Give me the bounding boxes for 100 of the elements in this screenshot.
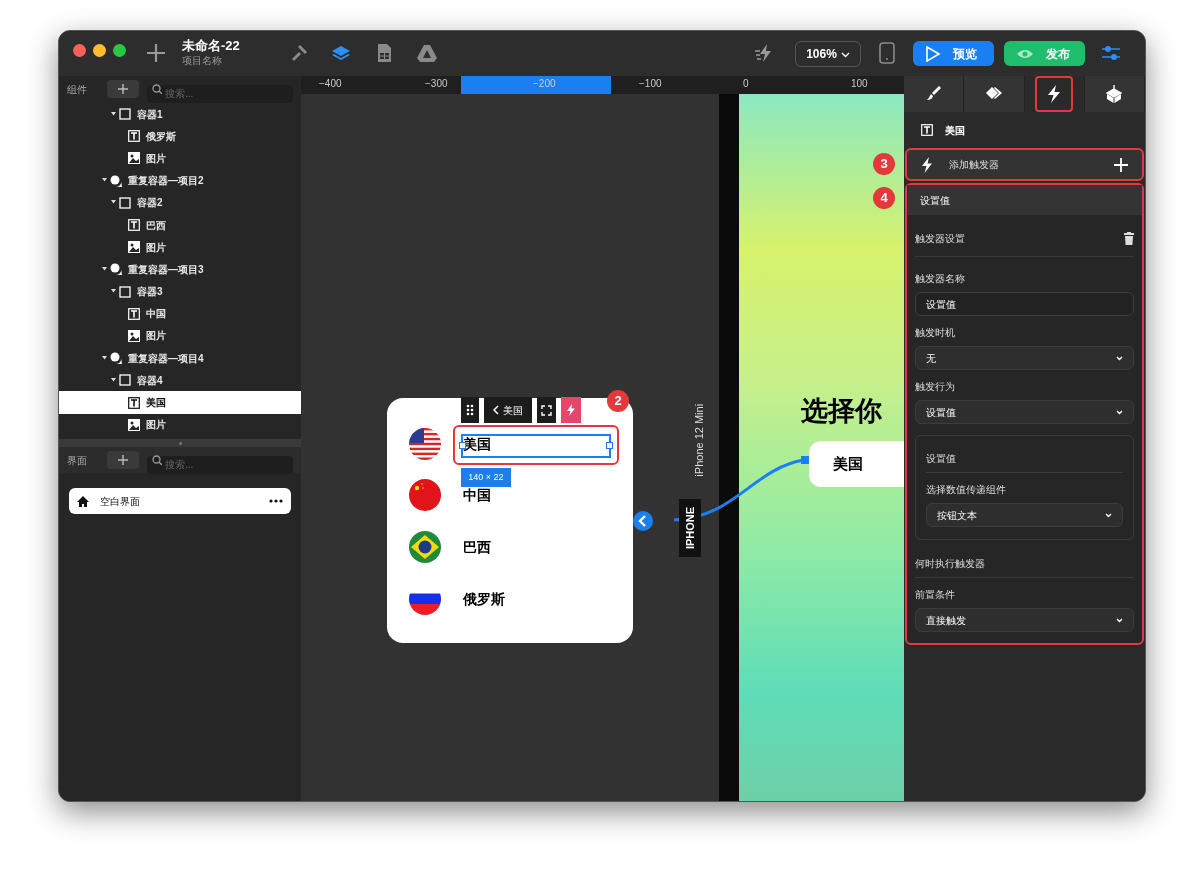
- tree-item[interactable]: 容器3: [59, 280, 301, 303]
- step-badge: 2: [607, 390, 629, 412]
- tree-item[interactable]: 图片: [59, 413, 301, 436]
- zoom-dropdown[interactable]: 106%: [795, 41, 861, 67]
- preview-button[interactable]: 预览: [913, 41, 994, 66]
- tree-item[interactable]: 俄罗斯: [59, 125, 301, 148]
- caret-icon[interactable]: [102, 266, 107, 272]
- section-label: 组件: [67, 82, 88, 97]
- grip-icon: [466, 404, 474, 416]
- device-name: iPhone 12 Mini: [691, 402, 706, 479]
- phone-icon[interactable]: [879, 42, 895, 64]
- resize-handle[interactable]: [606, 442, 613, 449]
- add-button[interactable]: [107, 451, 139, 469]
- dropdown[interactable]: 设置值: [915, 400, 1134, 424]
- country-label[interactable]: 巴西: [463, 537, 491, 558]
- country-label[interactable]: 俄罗斯: [463, 589, 505, 610]
- tree-item[interactable]: 中国: [59, 302, 301, 325]
- screen-item[interactable]: 空白界面: [69, 488, 291, 514]
- search-field[interactable]: 搜索...: [147, 455, 293, 474]
- tree-item[interactable]: 图片: [59, 147, 301, 170]
- lightning-icon: [921, 156, 933, 173]
- field-label: 选择数值传递组件: [926, 483, 1007, 497]
- tree-item[interactable]: 巴西: [59, 213, 301, 237]
- triangle-icon[interactable]: [417, 43, 437, 63]
- back-handle-icon[interactable]: [633, 511, 653, 531]
- caret-icon[interactable]: [102, 178, 107, 184]
- text-field[interactable]: 设置值: [915, 292, 1134, 316]
- drag-handle-button[interactable]: [461, 397, 479, 423]
- tree-item[interactable]: 容器2: [59, 191, 301, 214]
- section-label: 界面: [67, 453, 88, 468]
- trash-icon[interactable]: [1124, 232, 1134, 245]
- ruler-label: 0: [743, 78, 749, 90]
- tree-item[interactable]: 容器1: [59, 103, 301, 126]
- chevron-down-icon: [1116, 409, 1123, 415]
- section-label: 何时执行触发器: [915, 556, 1134, 578]
- circles-icon: [110, 352, 122, 365]
- window-control-button[interactable]: [73, 44, 86, 57]
- square-icon: [119, 285, 131, 298]
- tree-item[interactable]: 美国: [59, 391, 301, 414]
- search-field[interactable]: 搜索...: [147, 84, 293, 103]
- trigger-button[interactable]: [561, 397, 581, 423]
- lightning-icon[interactable]: [755, 43, 773, 63]
- chevron-left-icon: [493, 405, 499, 415]
- text-icon: [128, 307, 140, 320]
- window-control-button[interactable]: [113, 44, 126, 57]
- dropdown[interactable]: 无: [915, 346, 1134, 370]
- country-button[interactable]: 美国: [809, 441, 904, 487]
- text-icon: [128, 396, 140, 409]
- chevron-down-icon: [840, 50, 850, 58]
- screen-heading: 选择你: [801, 395, 882, 428]
- add-button[interactable]: [107, 80, 139, 98]
- tree-item[interactable]: 重复容器—项目3: [59, 258, 301, 281]
- field-label: 触发器名称: [915, 272, 966, 286]
- plus-icon: [118, 84, 128, 94]
- text-icon: [128, 219, 140, 232]
- caret-icon[interactable]: [111, 200, 116, 206]
- country-label[interactable]: 中国: [463, 485, 491, 506]
- caret-icon[interactable]: [111, 377, 116, 383]
- expand-button[interactable]: [537, 397, 556, 423]
- trigger-title: 设置值: [907, 185, 1142, 215]
- project-title: 未命名-22: [182, 38, 240, 54]
- add-trigger-row[interactable]: 添加触发器: [905, 148, 1144, 181]
- parent-button[interactable]: 美国: [484, 397, 532, 423]
- window-control-button[interactable]: [93, 44, 106, 57]
- resize-handle[interactable]: [178, 441, 182, 445]
- circles-icon: [110, 263, 122, 276]
- ruler-label: −100: [639, 78, 662, 90]
- caret-icon[interactable]: [102, 355, 107, 361]
- dropdown[interactable]: 按钮文本: [926, 503, 1123, 527]
- play-icon: [925, 45, 941, 62]
- more-icon[interactable]: [269, 499, 283, 503]
- ruler-label: −200: [533, 78, 556, 90]
- caret-icon[interactable]: [111, 289, 116, 295]
- cube-icon: [1106, 85, 1123, 103]
- dropdown[interactable]: 直接触发: [915, 608, 1134, 632]
- flag-icon: [409, 479, 441, 511]
- sliders-icon[interactable]: [1101, 43, 1121, 63]
- tree-item[interactable]: 图片: [59, 236, 301, 259]
- add-icon[interactable]: [146, 43, 166, 63]
- image-icon: [128, 329, 140, 342]
- layers-icon[interactable]: [331, 43, 351, 63]
- country-label[interactable]: 美国: [463, 434, 491, 455]
- search-icon: [152, 455, 162, 465]
- inspector-tab[interactable]: [1024, 76, 1085, 112]
- tree-item[interactable]: 重复容器—项目4: [59, 347, 301, 370]
- field-label: 触发行为: [915, 380, 956, 394]
- home-icon: [77, 495, 89, 507]
- tree-item[interactable]: 容器4: [59, 369, 301, 392]
- square-icon: [119, 108, 131, 121]
- tree-item[interactable]: 重复容器—项目2: [59, 169, 301, 192]
- brush-icon: [925, 85, 942, 103]
- tree-item[interactable]: 图片: [59, 324, 301, 348]
- search-icon: [152, 84, 162, 94]
- device-tab[interactable]: IPHONE: [679, 499, 701, 557]
- plus-icon[interactable]: [1114, 157, 1128, 172]
- flag-icon: [409, 531, 441, 563]
- field-label: 前置条件: [915, 588, 956, 602]
- caret-icon[interactable]: [111, 111, 116, 117]
- text-icon: [921, 124, 933, 136]
- ruler-label: −300: [425, 78, 448, 90]
